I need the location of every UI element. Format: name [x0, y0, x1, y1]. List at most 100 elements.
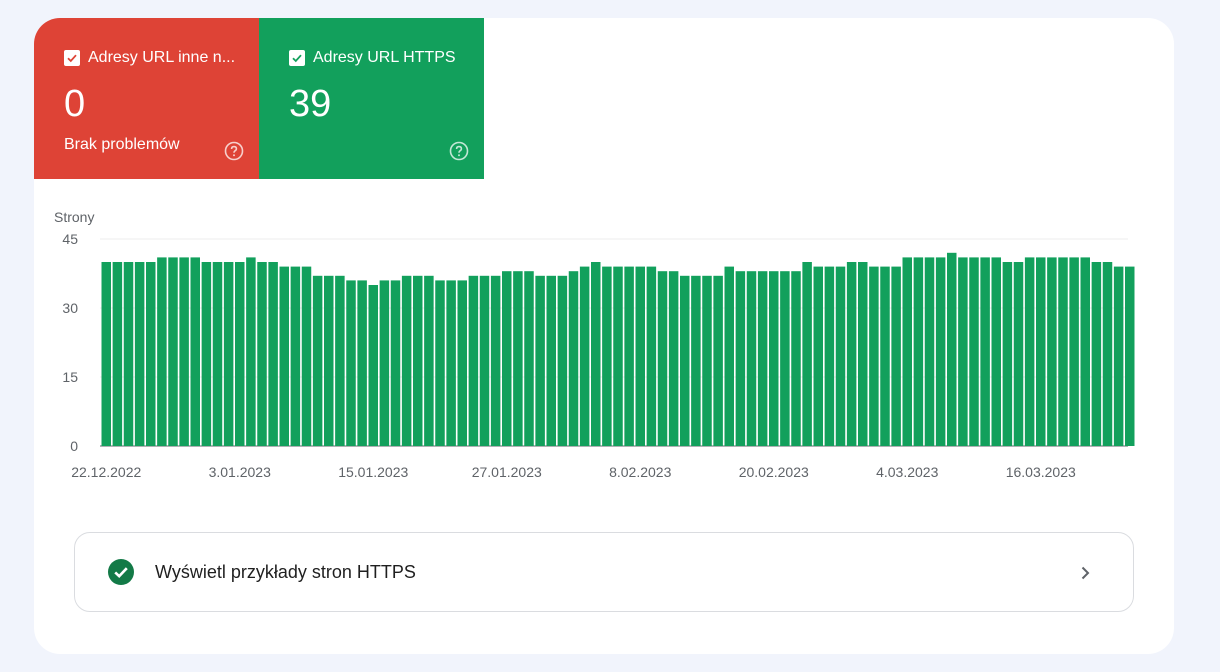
chart-bar[interactable]	[869, 266, 879, 446]
chart-bar[interactable]	[457, 280, 468, 446]
chart-bar[interactable]	[646, 266, 657, 446]
chart-bar[interactable]	[902, 257, 913, 446]
chart-bar[interactable]	[101, 262, 112, 446]
chart-bar[interactable]	[724, 266, 735, 446]
chart-bar[interactable]	[168, 257, 178, 446]
chart-bar[interactable]	[769, 271, 779, 446]
chart-bar[interactable]	[1013, 262, 1024, 446]
help-icon[interactable]	[224, 141, 244, 161]
chart-bar[interactable]	[157, 257, 167, 446]
chart-bar[interactable]	[691, 275, 701, 446]
chart-bar[interactable]	[735, 271, 746, 446]
chart-bar[interactable]	[780, 271, 790, 446]
chart-bar[interactable]	[279, 266, 290, 446]
chart-bar[interactable]	[201, 262, 212, 446]
chart-bar[interactable]	[579, 266, 590, 446]
chart-bar[interactable]	[1036, 257, 1046, 446]
chart-bar[interactable]	[624, 266, 634, 446]
chart-bar[interactable]	[490, 275, 501, 446]
chart-bar[interactable]	[223, 262, 234, 446]
chart-bar[interactable]	[446, 280, 456, 446]
chart-bar[interactable]	[257, 262, 267, 446]
view-https-examples-row[interactable]: Wyświetl przykłady stron HTTPS	[74, 532, 1134, 612]
chart-bar[interactable]	[134, 262, 145, 446]
https-checkbox[interactable]	[289, 50, 305, 66]
help-icon[interactable]	[449, 141, 469, 161]
chart-bar[interactable]	[357, 280, 367, 446]
chart-bar[interactable]	[290, 266, 301, 446]
chart-bar[interactable]	[1069, 257, 1079, 446]
chart-bar[interactable]	[268, 262, 278, 446]
chart-bar[interactable]	[390, 280, 401, 446]
chart-bar[interactable]	[1080, 257, 1091, 446]
chart-bar[interactable]	[1047, 257, 1057, 446]
chart-bar[interactable]	[880, 266, 890, 446]
chart-bar[interactable]	[146, 262, 156, 446]
chart-bar[interactable]	[435, 280, 445, 446]
chart-bar[interactable]	[190, 257, 201, 446]
tile-non-https-urls[interactable]: Adresy URL inne n... 0 Brak problemów	[34, 18, 259, 179]
chart-bar[interactable]	[858, 262, 868, 446]
chart-bar[interactable]	[702, 275, 712, 446]
chart-bar[interactable]	[791, 271, 801, 446]
chart-bar[interactable]	[1002, 262, 1013, 446]
chart-bar[interactable]	[846, 262, 857, 446]
chart-bar[interactable]	[613, 266, 623, 446]
chart-bar[interactable]	[1058, 257, 1068, 446]
chart-bar[interactable]	[557, 275, 568, 446]
chart-bar[interactable]	[535, 275, 545, 446]
chart-bar[interactable]	[602, 266, 612, 446]
chart-bar[interactable]	[913, 257, 924, 446]
chart-bar[interactable]	[368, 285, 379, 446]
chart-bar[interactable]	[891, 266, 901, 446]
chart-bar[interactable]	[635, 266, 646, 446]
chart-bar[interactable]	[668, 271, 679, 446]
chart-bar[interactable]	[947, 252, 957, 446]
chart-bar[interactable]	[112, 262, 123, 446]
chart-bar[interactable]	[824, 266, 835, 446]
chart-bar[interactable]	[568, 271, 579, 446]
chart-bar[interactable]	[212, 262, 223, 446]
chart-bar[interactable]	[324, 275, 334, 446]
chart-bar[interactable]	[312, 275, 323, 446]
chart-bar[interactable]	[1102, 262, 1113, 446]
chart-bar[interactable]	[379, 280, 390, 446]
chart-bar[interactable]	[958, 257, 968, 446]
chart-bar[interactable]	[235, 262, 245, 446]
chart-bar[interactable]	[179, 257, 189, 446]
chart-bar[interactable]	[757, 271, 768, 446]
chart-bar[interactable]	[657, 271, 668, 446]
chart-bar[interactable]	[980, 257, 990, 446]
chart-bar[interactable]	[969, 257, 979, 446]
chart-bar[interactable]	[401, 275, 412, 446]
chart-bar[interactable]	[991, 257, 1002, 446]
chart-bar[interactable]	[424, 275, 434, 446]
chart-bar[interactable]	[1024, 257, 1035, 446]
chart-bar[interactable]	[502, 271, 512, 446]
chart-bar[interactable]	[468, 275, 479, 446]
chart-bar[interactable]	[246, 257, 256, 446]
chart-bar[interactable]	[413, 275, 423, 446]
non-https-checkbox[interactable]	[64, 50, 80, 66]
chart-bar[interactable]	[591, 262, 601, 446]
chart-bar[interactable]	[1091, 262, 1102, 446]
chart-bar[interactable]	[123, 262, 134, 446]
chart-bar[interactable]	[1113, 266, 1124, 446]
chart-bar[interactable]	[546, 275, 557, 446]
chart-bar[interactable]	[713, 275, 723, 446]
chart-bar[interactable]	[802, 262, 812, 446]
chart-bar[interactable]	[524, 271, 534, 446]
chart-bar[interactable]	[301, 266, 312, 446]
chart-bar[interactable]	[746, 271, 757, 446]
chart-bar[interactable]	[479, 275, 490, 446]
chart-bar[interactable]	[835, 266, 846, 446]
chart-bar[interactable]	[935, 257, 946, 446]
chart-bar[interactable]	[335, 275, 345, 446]
chart-bar[interactable]	[346, 280, 356, 446]
tile-https-urls[interactable]: Adresy URL HTTPS 39	[259, 18, 484, 179]
chart-bar[interactable]	[924, 257, 935, 446]
chart-bar[interactable]	[1125, 266, 1135, 446]
chart-bar[interactable]	[513, 271, 523, 446]
chart-bar[interactable]	[680, 275, 690, 446]
chart-bar[interactable]	[813, 266, 824, 446]
